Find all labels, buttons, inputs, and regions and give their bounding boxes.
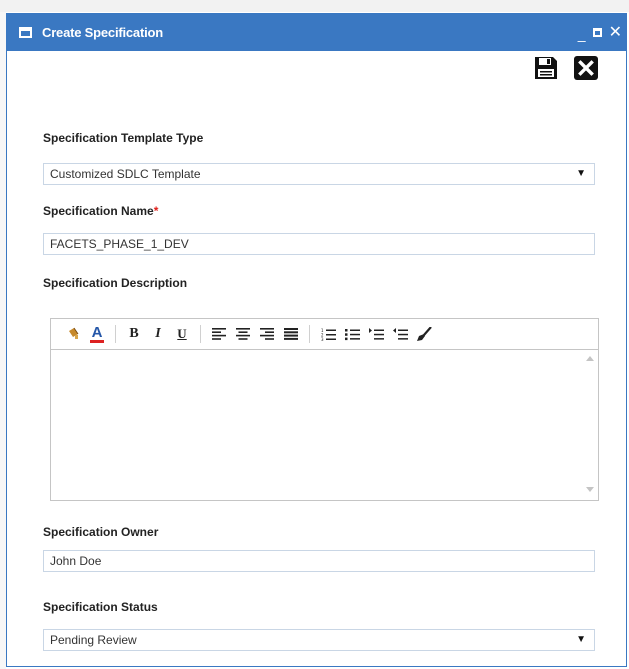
save-icon[interactable] — [533, 55, 559, 81]
template-type-select[interactable]: Customized SDLC Template ▼ — [43, 163, 595, 185]
specification-status-select[interactable]: Pending Review ▼ — [43, 629, 595, 651]
clear-format-icon[interactable] — [412, 323, 436, 345]
specification-name-label: Specification Name* — [43, 204, 158, 218]
align-left-icon[interactable] — [207, 323, 231, 345]
window-controls: _ ✕ — [578, 14, 622, 51]
specification-description-label: Specification Description — [43, 276, 188, 290]
dialog-actions — [533, 55, 599, 81]
toolbar-separator — [115, 325, 116, 343]
scroll-up-icon[interactable] — [586, 356, 594, 361]
outdent-icon[interactable] — [388, 323, 412, 345]
chevron-down-icon: ▼ — [576, 634, 586, 645]
chevron-down-icon: ▼ — [576, 168, 586, 179]
italic-button[interactable]: I — [146, 323, 170, 345]
dialog-title: Create Specification — [42, 25, 163, 40]
align-center-icon[interactable] — [231, 323, 255, 345]
font-color-icon: A — [89, 323, 105, 343]
specification-name-input[interactable] — [43, 233, 595, 255]
window-close-button[interactable]: ✕ — [609, 24, 622, 40]
dialog-titlebar[interactable]: Create Specification _ ✕ — [7, 14, 626, 51]
specification-owner-label: Specification Owner — [43, 525, 159, 539]
toolbar-separator — [309, 325, 310, 343]
specification-name-label-text: Specification Name — [43, 204, 154, 218]
svg-text:3: 3 — [321, 337, 324, 341]
window-icon — [19, 27, 32, 38]
scroll-down-icon[interactable] — [586, 487, 594, 492]
editor-scrollbar[interactable] — [582, 350, 598, 500]
required-marker: * — [153, 204, 159, 218]
toolbar-separator — [200, 325, 201, 343]
specification-status-label: Specification Status — [43, 600, 158, 614]
editor-toolbar: A B I U 123 — [51, 319, 598, 350]
minimize-button[interactable]: _ — [578, 25, 586, 41]
close-icon[interactable] — [573, 55, 599, 81]
bulleted-list-icon[interactable] — [340, 323, 364, 345]
indent-icon[interactable] — [364, 323, 388, 345]
specification-owner-input[interactable] — [43, 550, 595, 572]
font-color-button[interactable]: A — [85, 323, 109, 345]
numbered-list-icon[interactable]: 123 — [316, 323, 340, 345]
align-right-icon[interactable] — [255, 323, 279, 345]
underline-button[interactable]: U — [170, 323, 194, 345]
template-type-value: Customized SDLC Template — [50, 167, 201, 181]
maximize-button[interactable] — [592, 28, 602, 37]
specification-status-value: Pending Review — [50, 633, 137, 647]
description-editor: A B I U 123 — [50, 318, 599, 501]
bold-button[interactable]: B — [122, 323, 146, 345]
paint-bucket-icon[interactable] — [61, 323, 85, 345]
description-textarea[interactable] — [51, 350, 598, 500]
align-justify-icon[interactable] — [279, 323, 303, 345]
background-strip — [0, 0, 629, 12]
template-type-label: Specification Template Type — [43, 131, 204, 145]
